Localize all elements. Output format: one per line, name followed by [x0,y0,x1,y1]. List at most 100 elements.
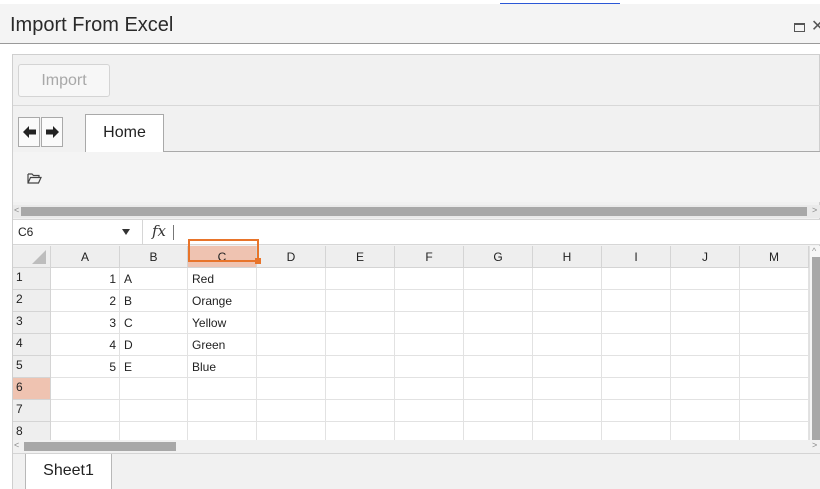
row-header-5[interactable]: 5 [13,356,51,378]
grid-cell[interactable] [395,290,464,312]
row-header-4[interactable]: 4 [13,334,51,356]
grid-cell[interactable] [395,356,464,378]
scroll-up-icon[interactable]: ^ [812,246,816,256]
row-header-3[interactable]: 3 [13,312,51,334]
grid-cell[interactable] [740,312,809,334]
vertical-scroll-thumb[interactable] [812,257,820,471]
grid-cell[interactable] [51,378,120,400]
grid-cell[interactable] [671,400,740,422]
grid-cell[interactable] [533,312,602,334]
fill-handle[interactable] [255,258,261,264]
grid-cell[interactable]: E [120,356,188,378]
grid-cell[interactable] [464,268,533,290]
grid-cell[interactable] [740,268,809,290]
grid-cell[interactable] [326,356,395,378]
grid-cell[interactable] [671,356,740,378]
grid-cell[interactable] [740,378,809,400]
grid-cell[interactable] [395,378,464,400]
grid-cell[interactable] [120,378,188,400]
grid-cell[interactable] [740,290,809,312]
grid-cell[interactable] [326,378,395,400]
column-header-g[interactable]: G [464,246,533,268]
sheet-tab-sheet1[interactable]: Sheet1 [25,454,112,489]
row-header-1[interactable]: 1 [13,268,51,290]
grid-cell[interactable] [120,400,188,422]
grid-cell[interactable] [740,400,809,422]
formula-input[interactable] [173,225,174,240]
grid-cell[interactable] [51,400,120,422]
grid-cell[interactable] [602,268,671,290]
scroll-left-icon[interactable]: < [14,440,19,450]
grid-cell[interactable] [395,312,464,334]
grid-cell[interactable]: Orange [188,290,257,312]
grid-cell[interactable] [671,378,740,400]
grid-cell[interactable] [740,334,809,356]
grid-cell[interactable]: 1 [51,268,120,290]
grid-cell[interactable]: Yellow [188,312,257,334]
open-folder-icon[interactable] [27,172,42,185]
grid-cell[interactable] [602,400,671,422]
grid-cell[interactable]: 3 [51,312,120,334]
grid-cell[interactable]: B [120,290,188,312]
grid-cell[interactable] [602,356,671,378]
column-header-c[interactable]: C [188,246,257,268]
grid-cell[interactable] [257,290,326,312]
grid-cell[interactable] [533,356,602,378]
grid-cell[interactable] [533,400,602,422]
chevron-down-icon[interactable] [122,229,130,235]
grid-cell[interactable] [602,334,671,356]
grid-cell[interactable] [257,334,326,356]
column-header-m[interactable]: M [740,246,809,268]
grid-cell[interactable] [395,334,464,356]
grid-cell[interactable] [395,268,464,290]
column-header-b[interactable]: B [120,246,188,268]
scroll-left-icon[interactable]: < [14,205,19,215]
grid-cell[interactable]: 2 [51,290,120,312]
tab-home[interactable]: Home [85,114,164,152]
grid-cell[interactable] [326,400,395,422]
grid-cell[interactable]: C [120,312,188,334]
row-header-2[interactable]: 2 [13,290,51,312]
grid-cell[interactable] [740,356,809,378]
grid-cell[interactable] [671,312,740,334]
row-header-7[interactable]: 7 [13,400,51,422]
grid-cell[interactable] [257,400,326,422]
grid-cell[interactable] [464,312,533,334]
grid-cell[interactable] [671,290,740,312]
maximize-icon[interactable] [794,23,805,32]
column-header-j[interactable]: J [671,246,740,268]
grid-cell[interactable] [326,268,395,290]
grid-cell[interactable] [533,378,602,400]
column-header-h[interactable]: H [533,246,602,268]
grid-cell[interactable] [464,378,533,400]
grid-cell[interactable] [188,378,257,400]
grid-cell[interactable]: Red [188,268,257,290]
grid-cell[interactable] [326,312,395,334]
grid-cell[interactable] [602,312,671,334]
row-header-6[interactable]: 6 [13,378,51,400]
ribbon-scrollbar[interactable]: < > [13,205,820,218]
column-header-e[interactable]: E [326,246,395,268]
grid-cell[interactable] [395,400,464,422]
select-all-corner[interactable] [13,246,51,268]
horizontal-scroll-thumb[interactable] [24,442,176,451]
undo-button[interactable] [18,117,40,147]
close-icon[interactable]: ✕ [811,16,820,36]
grid-cell[interactable] [257,378,326,400]
grid-cell[interactable] [533,290,602,312]
column-header-d[interactable]: D [257,246,326,268]
grid-cell[interactable] [326,334,395,356]
scroll-right-icon[interactable]: > [812,205,817,215]
grid-cell[interactable] [671,334,740,356]
import-button[interactable]: Import [18,64,110,97]
grid-cell[interactable] [464,356,533,378]
ribbon-scroll-thumb[interactable] [21,207,807,216]
grid-cell[interactable] [533,268,602,290]
grid-cell[interactable]: D [120,334,188,356]
grid-horizontal-scrollbar[interactable]: < > [13,440,820,453]
column-header-f[interactable]: F [395,246,464,268]
grid-cell[interactable] [257,312,326,334]
grid-cell[interactable]: 5 [51,356,120,378]
grid-cell[interactable] [257,356,326,378]
grid-cell[interactable] [602,378,671,400]
